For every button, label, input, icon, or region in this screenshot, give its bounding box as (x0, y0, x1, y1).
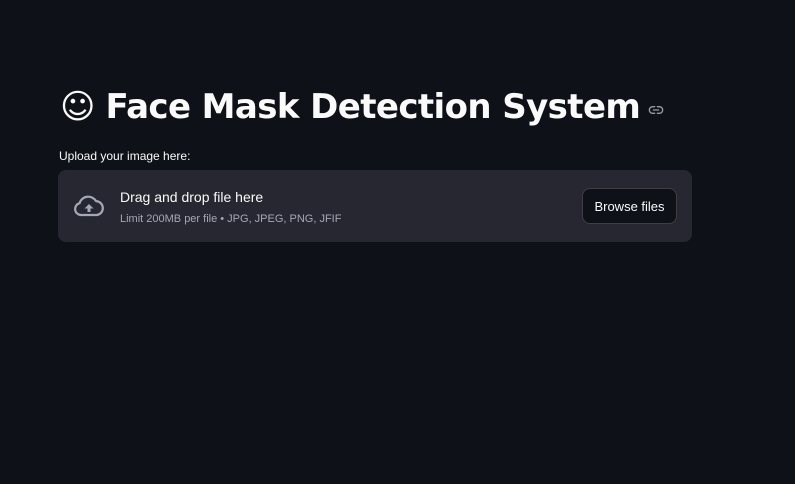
upload-label: Upload your image here: (59, 149, 191, 163)
smiley-emoji: ☺ (60, 87, 96, 127)
dropzone-file-limit: Limit 200MB per file • JPG, JPEG, PNG, J… (120, 213, 342, 225)
app-page: ☺ Face Mask Detection System Upload your… (0, 0, 795, 484)
dropzone-instructions: Drag and drop file here (120, 189, 264, 205)
browse-files-button[interactable]: Browse files (582, 188, 677, 224)
page-title: ☺ Face Mask Detection System (60, 84, 664, 130)
page-title-text: Face Mask Detection System (105, 87, 641, 127)
cloud-upload-icon (72, 191, 106, 221)
file-dropzone[interactable]: Drag and drop file here Limit 200MB per … (58, 170, 692, 242)
link-icon[interactable] (648, 102, 664, 118)
